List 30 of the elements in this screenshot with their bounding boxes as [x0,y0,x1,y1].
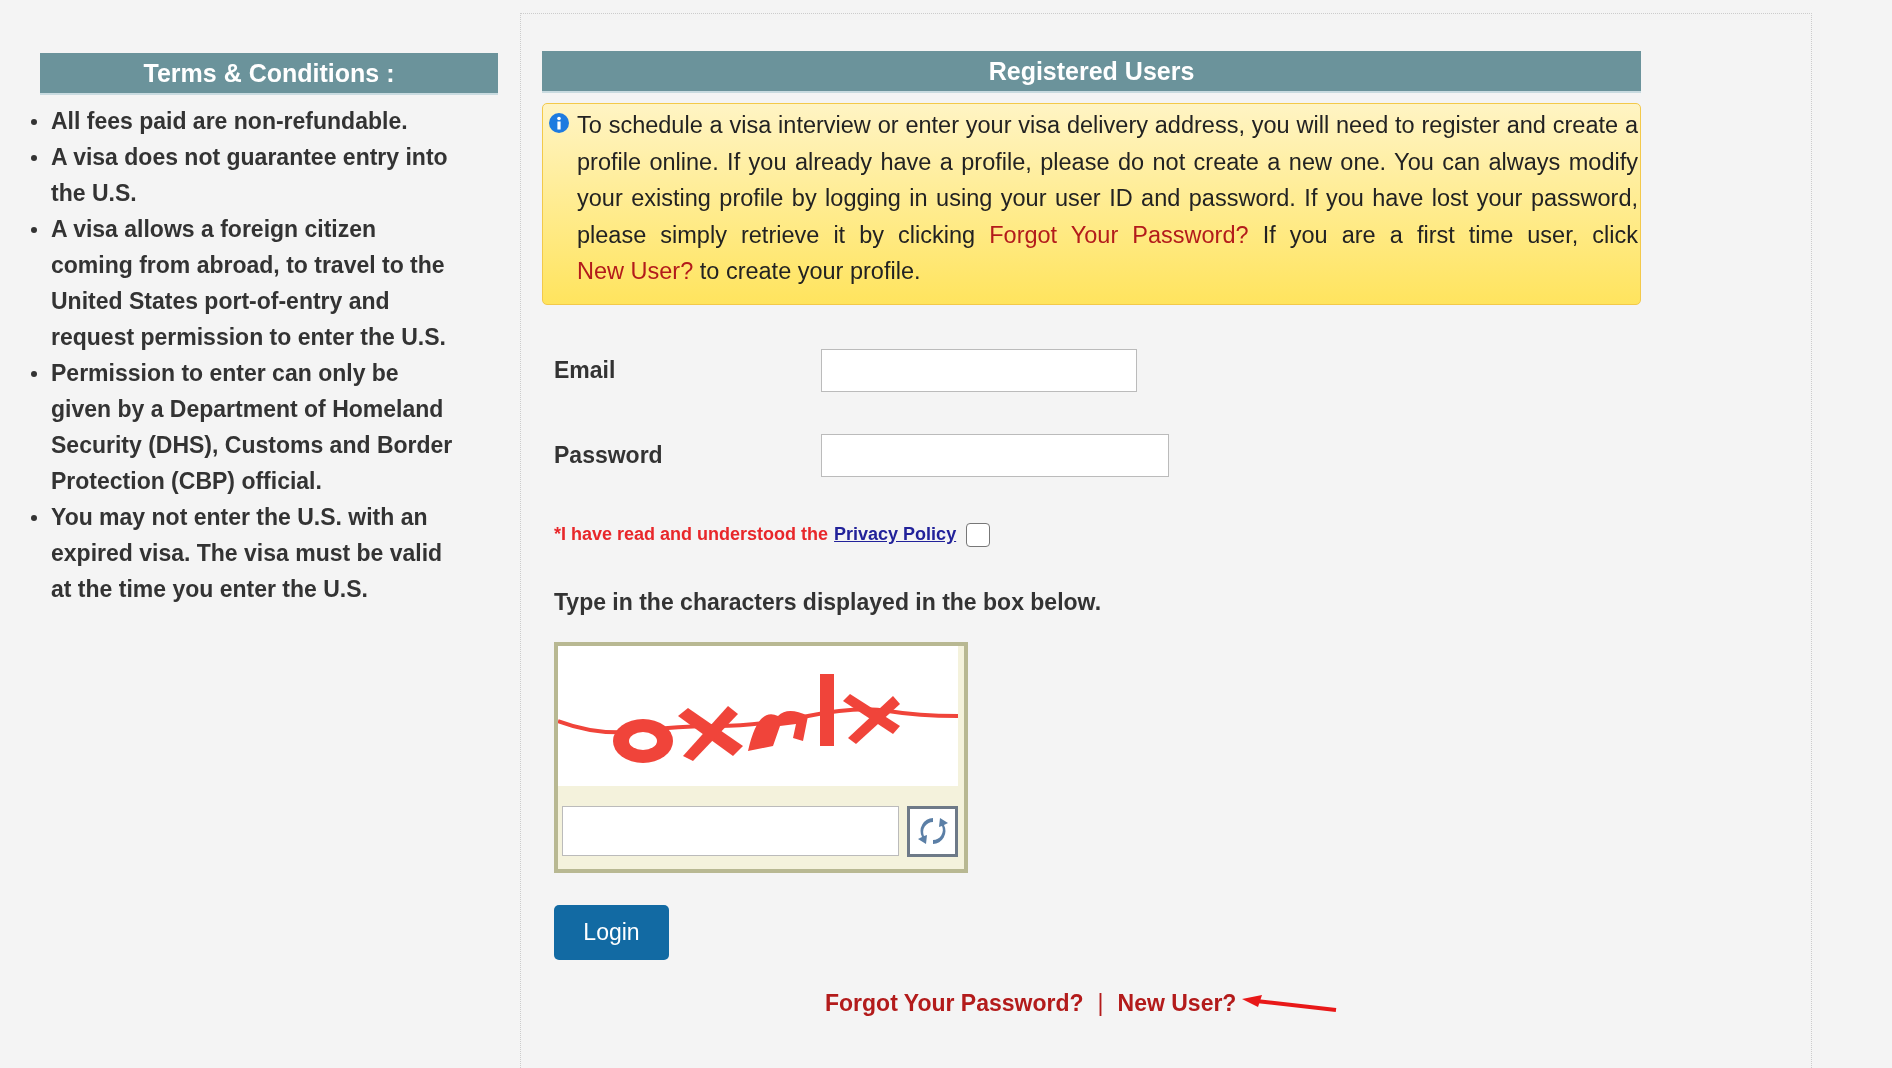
captcha-prompt: Type in the characters displayed in the box below. [554,588,1103,616]
terms-item: You may not enter the U.S. with an expired visa. The visa must be valid at the time you enter the U.S. [51,503,444,604]
login-button[interactable]: Login [554,904,669,960]
bullet-icon [31,155,37,161]
footer-link[interactable]: Forgot Your Password? [825,989,1084,1017]
section-header: Registered Users [542,51,1641,93]
separator: | [1097,989,1104,1017]
notice-link[interactable]: Forgot Your Password? [989,221,1249,248]
footer-link[interactable]: New User? [1117,989,1237,1017]
terms-item: A visa allows a foreign citizen coming from abroad, to travel to the United States port-of-entry and request permission to enter the U.S. [51,215,447,352]
field-label: Password [554,441,664,469]
terms-item: A visa does not guarantee entry into the U.S. [51,143,449,208]
bullet-icon [31,119,37,125]
privacy-link[interactable]: Privacy Policy [834,524,957,545]
terms-item: Permission to enter can only be given by a Department of Homeland Security (DHS), Customs and Border Protection (CBP) official. [51,359,454,496]
terms-item: All fees paid are non-refundable. [51,107,408,136]
input-field[interactable] [821,433,1169,477]
privacy-text: *I have read and understood the [554,524,829,545]
bullet-icon [31,515,37,521]
input-field[interactable] [821,348,1137,392]
refresh-button[interactable] [907,805,958,857]
bullet-icon [31,371,37,377]
info-icon [549,113,569,133]
notice-text: To schedule a visa interview or enter your visa delivery address, you will need to register and create a profile online. If you already have a profile, please do not create a new one. You can always modify your existing profile by logging in using your user ID and password. If you have lost your password, please simply retrieve it by clicking Forgot Your Password? If you are a first time user, click New User? to create your profile. [577,111,1638,286]
checkbox[interactable] [966,522,991,547]
section-header: Terms & Conditions : [40,53,498,95]
notice-link[interactable]: New User? [577,258,694,284]
captcha-input-field[interactable] [562,805,900,856]
bullet-icon [31,227,37,233]
field-label: Email [554,356,617,384]
